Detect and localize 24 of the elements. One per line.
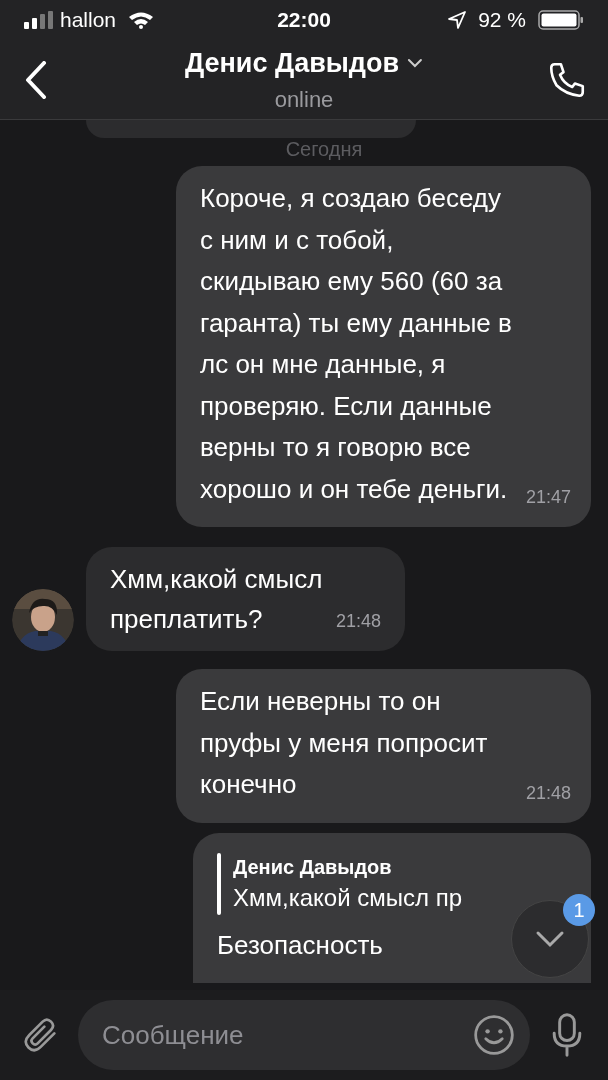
message-text: Короче, я создаю беседу с ним и с тобой, скидываю ему 560 (60 за гаранта) ты ему данные в лс он мне данные, я проверяю. Если данные верны то я говорю все хорошо и он тебе деньги. [200,182,513,506]
location-arrow-icon [448,11,467,29]
signal-icon [24,11,56,29]
message-time: 21:47 [525,486,571,509]
message-time: 21:48 [336,610,382,633]
carrier-name: hallon [60,7,117,34]
message-text: Безопасность [217,928,383,962]
back-chevron-icon [25,60,47,99]
quote-author: Денис Давыдов [233,854,393,880]
message-input[interactable]: Сообщение [78,1000,530,1070]
emoji-icon[interactable] [472,1013,516,1057]
quote-text: Хмм,какой смысл пр [233,882,462,913]
message-text: Хмм,какой смысл преплатить? [110,563,324,636]
battery-icon [538,10,584,30]
message-text: Если неверны то он пруфы у меня попросит конечно [200,685,489,801]
contact-status: online [274,86,334,115]
message-time: 21:48 [525,781,571,805]
contact-name[interactable]: Денис Давыдов [184,42,400,84]
wifi-icon [128,11,155,29]
clock: 22:00 [277,7,331,34]
chevron-down-icon [535,930,565,948]
chevron-down-icon [407,58,424,68]
battery-percent: 92 % [478,7,526,34]
date-label: Сегодня [285,138,363,160]
